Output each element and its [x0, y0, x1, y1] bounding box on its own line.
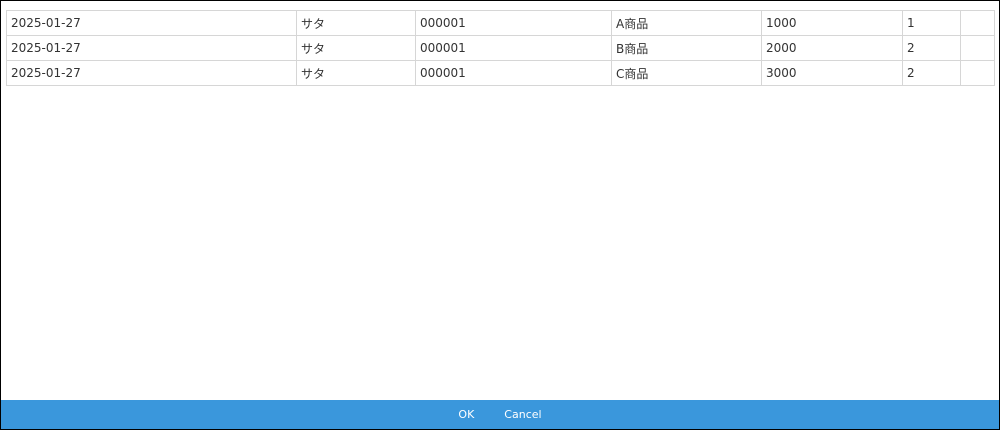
price-cell: 2000: [761, 35, 903, 61]
code-cell: 000001: [415, 10, 612, 36]
quantity-cell: 2: [902, 35, 961, 61]
name-cell: サタ: [296, 10, 416, 36]
product-cell: C商品: [611, 60, 762, 86]
date-cell: 2025-01-27: [6, 10, 297, 36]
dialog-button-bar: OK Cancel: [1, 400, 999, 429]
code-cell: 000001: [415, 35, 612, 61]
name-cell: サタ: [296, 60, 416, 86]
data-table: 2025-01-27 サタ 000001 A商品 1000 1 2025-01-…: [6, 10, 995, 86]
table-scroll-area[interactable]: ... 2025-01-27 サタ 000001 A商品 1000 1: [1, 1, 999, 400]
product-cell: A商品: [611, 10, 762, 36]
cancel-button[interactable]: Cancel: [500, 406, 545, 423]
table-row[interactable]: 2025-01-27 サタ 000001 B商品 2000 2: [6, 35, 995, 61]
quantity-cell: 1: [902, 10, 961, 36]
extra-cell: [960, 35, 995, 61]
extra-cell: [960, 10, 995, 36]
dialog-window: ... 2025-01-27 サタ 000001 A商品 1000 1: [0, 0, 1000, 430]
header-remnant: ...: [206, 1, 256, 2]
quantity-cell: 2: [902, 60, 961, 86]
extra-cell: [960, 60, 995, 86]
name-cell: サタ: [296, 35, 416, 61]
ok-button[interactable]: OK: [454, 406, 478, 423]
price-cell: 1000: [761, 10, 903, 36]
product-cell: B商品: [611, 35, 762, 61]
table-row[interactable]: 2025-01-27 サタ 000001 A商品 1000 1: [6, 10, 995, 36]
price-cell: 3000: [761, 60, 903, 86]
date-cell: 2025-01-27: [6, 35, 297, 61]
code-cell: 000001: [415, 60, 612, 86]
date-cell: 2025-01-27: [6, 60, 297, 86]
table-row[interactable]: 2025-01-27 サタ 000001 C商品 3000 2: [6, 60, 995, 86]
